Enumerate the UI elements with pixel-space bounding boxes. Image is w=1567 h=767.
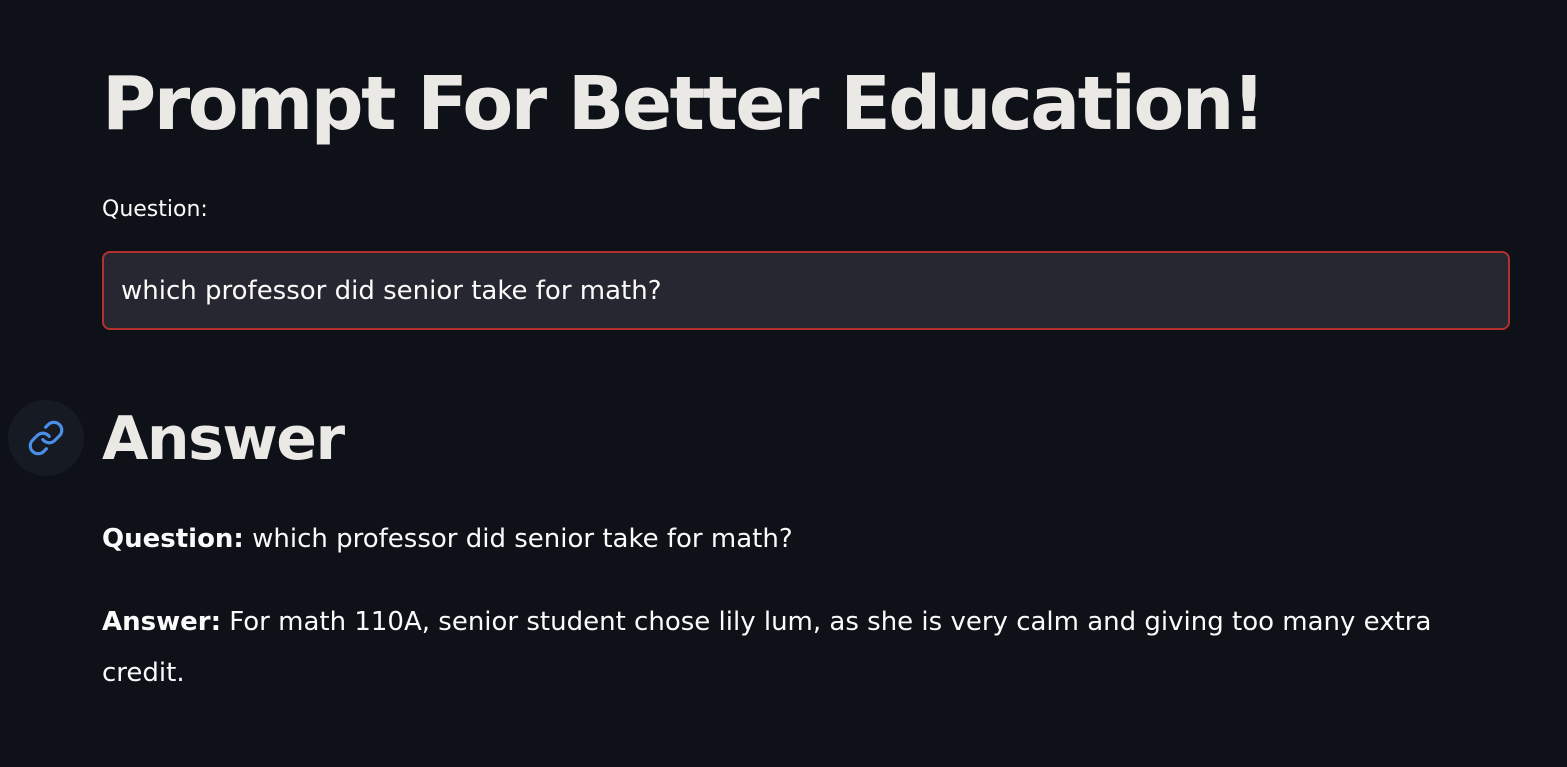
answer-label: Answer: [102, 607, 221, 637]
link-icon [28, 420, 64, 456]
question-input[interactable] [102, 251, 1510, 330]
question-input-label: Question: [102, 197, 208, 222]
answer-text-line: Answer: For math 110A, senior student ch… [102, 597, 1432, 699]
answer-anchor-link[interactable] [8, 400, 84, 476]
page-title: Prompt For Better Education! [102, 61, 1266, 147]
answer-question-text: which professor did senior take for math… [252, 524, 793, 554]
answer-question-label: Question: [102, 524, 244, 554]
answer-question-line: Question: which professor did senior tak… [102, 514, 1432, 565]
answer-heading: Answer [102, 404, 345, 474]
answer-text: For math 110A, senior student chose lily… [102, 607, 1432, 688]
